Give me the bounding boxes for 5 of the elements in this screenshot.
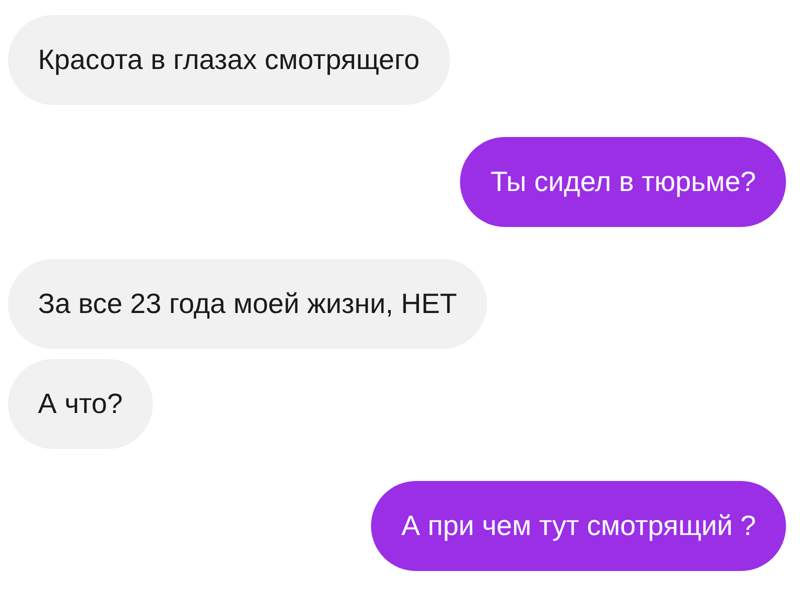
sent-message: А при чем тут смотрящий ? bbox=[371, 481, 786, 571]
received-message: А что? bbox=[8, 359, 153, 449]
received-message: За все 23 года моей жизни, НЕТ bbox=[8, 259, 488, 349]
sent-message: Ты сидел в тюрьме? bbox=[460, 137, 786, 227]
received-message: Красота в глазах смотрящего bbox=[8, 15, 450, 105]
